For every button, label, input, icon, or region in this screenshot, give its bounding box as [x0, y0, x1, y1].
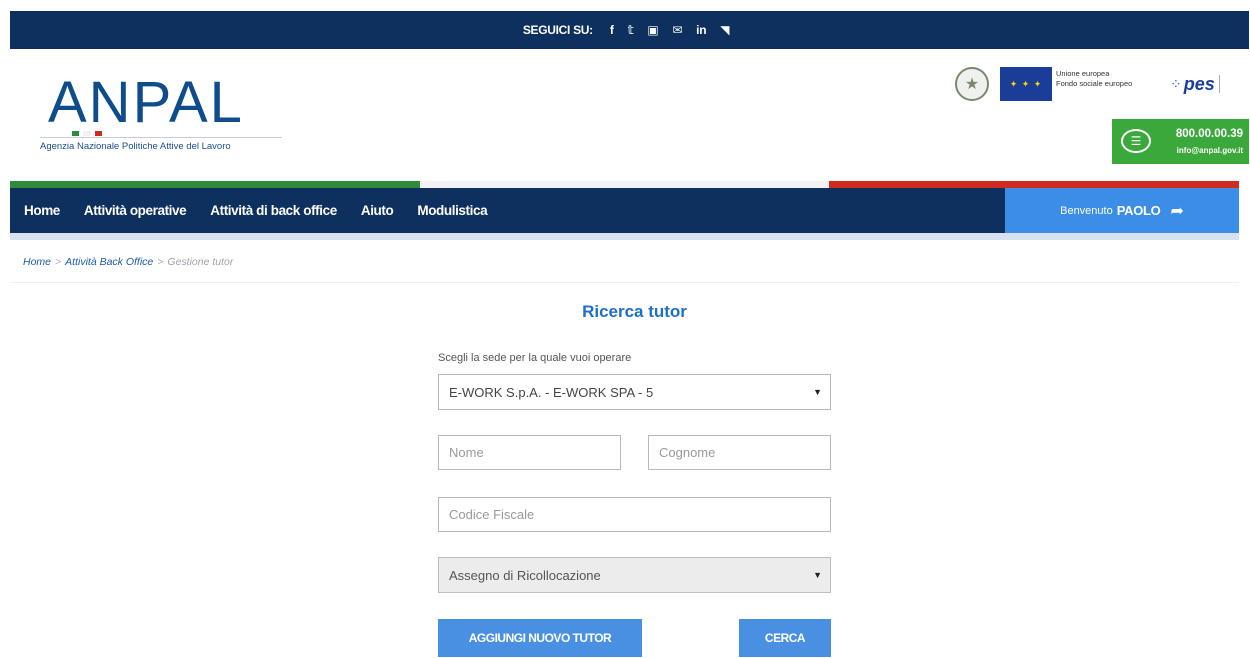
- sede-select-value: E-WORK S.p.A. - E-WORK SPA - 5: [449, 384, 654, 400]
- pes-lines-icon: [1218, 75, 1233, 93]
- mail-icon[interactable]: ✉: [672, 23, 682, 37]
- misura-select-value: Assegno di Ricollocazione: [449, 567, 601, 583]
- breadcrumb-separator: >: [55, 256, 62, 268]
- welcome-user[interactable]: Benvenuto PAOLO ➦: [1005, 188, 1239, 233]
- pes-logo: ⁘ pes: [1170, 67, 1246, 101]
- nome-input[interactable]: Nome: [438, 435, 621, 470]
- welcome-username: PAOLO: [1116, 203, 1161, 218]
- sede-label: Scegli la sede per la quale vuoi operare: [438, 352, 632, 364]
- main-nav: Home Attività operative Attività di back…: [10, 188, 1239, 233]
- logout-icon[interactable]: ➦: [1170, 201, 1183, 221]
- codice-fiscale-input[interactable]: Codice Fiscale: [438, 497, 831, 532]
- cognome-placeholder: Cognome: [659, 445, 716, 460]
- youtube-icon[interactable]: ▣: [647, 23, 658, 37]
- eu-line-2: Fondo sociale europeo: [1056, 79, 1133, 88]
- anpal-logo[interactable]: ANPAL: [48, 69, 244, 136]
- social-label: SEGUICI SU:: [522, 23, 593, 37]
- breadcrumb-home[interactable]: Home: [23, 256, 51, 268]
- page-title: Ricerca tutor: [582, 302, 687, 321]
- contact-box[interactable]: ☰ 800.00.00.39 info@anpal.gov.it: [1112, 119, 1249, 164]
- codice-fiscale-placeholder: Codice Fiscale: [449, 507, 535, 522]
- logo-divider: [40, 137, 282, 138]
- chevron-down-icon: ▼: [813, 387, 822, 397]
- breadcrumb: Home > Attività Back Office > Gestione tutor: [23, 256, 233, 268]
- breadcrumb-separator: >: [157, 256, 164, 268]
- logo-subtitle: Agenzia Nazionale Politiche Attive del L…: [40, 141, 231, 152]
- chevron-down-icon: ▼: [813, 570, 822, 580]
- tricolor-stripe: [10, 181, 1240, 188]
- rss-icon[interactable]: ◥: [720, 23, 729, 37]
- logo-flag-icon: [72, 131, 102, 136]
- nav-item-modulistica[interactable]: Modulistica: [405, 203, 499, 218]
- twitter-icon[interactable]: 𝕥: [628, 23, 634, 37]
- contact-email: info@anpal.gov.it: [1176, 146, 1243, 155]
- misura-select[interactable]: Assegno di Ricollocazione ▼: [438, 557, 831, 593]
- contact-phone: 800.00.00.39: [1175, 128, 1243, 140]
- facebook-icon[interactable]: f: [610, 23, 614, 37]
- cognome-input[interactable]: Cognome: [648, 435, 831, 470]
- welcome-prefix: Benvenuto: [1060, 204, 1113, 217]
- nav-item-home[interactable]: Home: [10, 203, 72, 218]
- breadcrumb-current: Gestione tutor: [167, 256, 234, 268]
- pes-dots-icon: ⁘: [1170, 75, 1182, 92]
- header: ANPAL Agenzia Nazionale Politiche Attive…: [10, 49, 1249, 181]
- breadcrumb-divider: [10, 282, 1239, 283]
- linkedin-icon[interactable]: in: [696, 23, 706, 37]
- social-bar: SEGUICI SU: f 𝕥 ▣ ✉ in ◥: [10, 11, 1249, 49]
- nav-item-back-office[interactable]: Attività di back office: [198, 203, 349, 218]
- search-button[interactable]: CERCA: [739, 619, 831, 657]
- eu-line-1: Unione europea: [1056, 69, 1110, 78]
- nav-shadow: [10, 233, 1239, 240]
- eu-text: Unione europea Fondo sociale europeo: [1056, 69, 1132, 89]
- sede-select[interactable]: E-WORK S.p.A. - E-WORK SPA - 5 ▼: [438, 374, 831, 410]
- add-tutor-button[interactable]: AGGIUNGI NUOVO TUTOR: [438, 619, 642, 657]
- nav-item-aiuto[interactable]: Aiuto: [349, 203, 406, 218]
- breadcrumb-back-office[interactable]: Attività Back Office: [65, 256, 153, 268]
- chat-bubble-icon: ☰: [1121, 129, 1151, 153]
- nav-item-attivita-operative[interactable]: Attività operative: [72, 203, 198, 218]
- eu-flag-icon: ✦ ✦ ✦: [1000, 67, 1052, 101]
- nome-placeholder: Nome: [449, 445, 484, 460]
- italian-republic-emblem-icon: ★: [955, 67, 989, 101]
- pes-text: pes: [1183, 73, 1215, 94]
